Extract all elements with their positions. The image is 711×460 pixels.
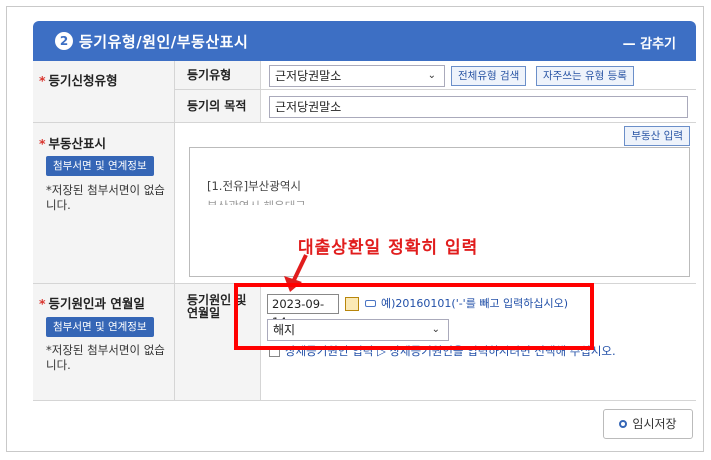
property-label-cell: * 부동산표시 첨부서면 및 연계정보 *저장된 첨부서면이 없습니다. [33, 123, 175, 283]
cause-attach-note: *저장된 첨부서면이 없습니다. [46, 343, 165, 372]
property-list-line-2: 부산광역시 해운대구 [207, 198, 306, 205]
annotation-callout: 대출상환일 정확히 입력 [298, 238, 479, 258]
type-value-cell: 근저당권말소 ⌄ 전체유형 검색 자주쓰는 유형 등록 [261, 61, 696, 89]
required-mark: * [39, 136, 46, 151]
collapse-button[interactable]: — 감추기 [623, 33, 676, 52]
property-attach-button[interactable]: 첨부서면 및 연계정보 [46, 156, 154, 176]
cause-attach-button[interactable]: 첨부서면 및 연계정보 [46, 317, 154, 337]
property-label: 부동산표시 [48, 136, 107, 151]
row-registration-type: * 등기신청유형 등기유형 근저당권말소 ⌄ 전체유형 검색 자주쓰는 유형 등록 [33, 61, 696, 123]
cause-label-cell: * 등기원인과 연월일 첨부서면 및 연계정보 *저장된 첨부서면이 없습니다. [33, 284, 175, 400]
required-mark: * [39, 73, 46, 88]
row-property: * 부동산표시 첨부서면 및 연계정보 *저장된 첨부서면이 없습니다. 부동산 … [33, 123, 696, 284]
registration-type-label: 등기신청유형 [48, 73, 118, 88]
registration-type-select-value: 근저당권말소 [275, 69, 342, 83]
row-registration-purpose: 등기의 목적 근저당권말소 [33, 90, 696, 123]
search-all-types-button[interactable]: 전체유형 검색 [451, 66, 527, 86]
purpose-value-cell: 근저당권말소 [261, 90, 696, 122]
cause-label: 등기원인과 연월일 [48, 296, 145, 311]
property-attach-note: *저장된 첨부서면이 없습니다. [46, 183, 165, 212]
purpose-label: 등기의 목적 [187, 99, 247, 113]
purpose-label-cell: 등기의 목적 [175, 90, 261, 122]
property-input-button[interactable]: 부동산 입력 [624, 126, 690, 146]
registration-type-select[interactable]: 근저당권말소 ⌄ [269, 65, 445, 87]
annotation-highlight-box [234, 283, 594, 350]
circle-icon [619, 420, 628, 428]
chevron-down-icon: ⌄ [427, 70, 436, 81]
section-title: 등기유형/원인/부동산표시 [79, 33, 249, 51]
temp-save-button[interactable]: 임시저장 [603, 409, 693, 439]
temp-save-label: 임시저장 [632, 417, 677, 431]
section-number-badge: 2 [55, 32, 73, 50]
section-header: 2 등기유형/원인/부동산표시 — 감추기 [33, 21, 696, 61]
property-list-line-1: [1.전유]부산광역시 [207, 179, 302, 193]
register-favorite-type-button[interactable]: 자주쓰는 유형 등록 [536, 66, 634, 86]
type-label: 등기유형 [187, 68, 232, 82]
type-label-cell: 등기유형 [175, 61, 261, 89]
required-mark: * [39, 296, 46, 311]
purpose-input[interactable]: 근저당권말소 [269, 96, 688, 118]
property-value-cell: 부동산 입력 [1.전유]부산광역시 부산광역시 해운대구 [175, 123, 696, 283]
